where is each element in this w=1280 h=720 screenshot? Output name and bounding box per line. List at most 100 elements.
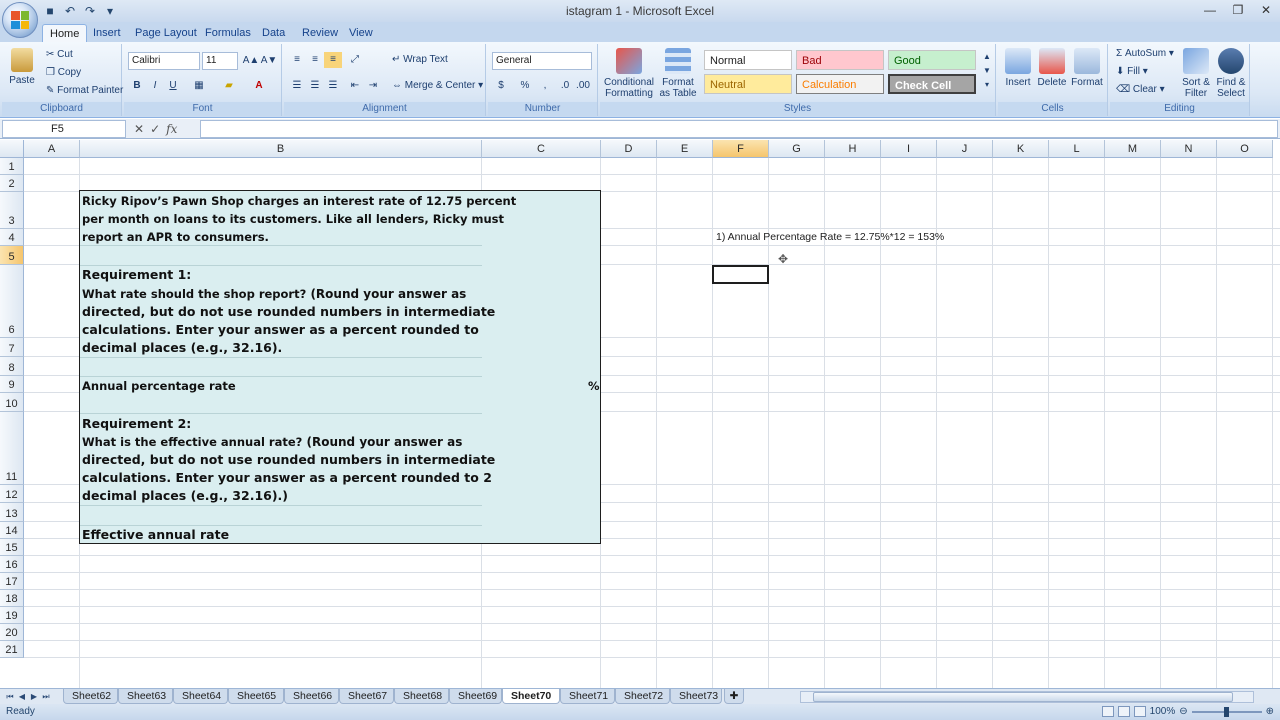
fill-button[interactable]: ⬇ Fill ▾ [1116, 66, 1148, 77]
column-header-n[interactable]: N [1161, 140, 1217, 158]
conditional-formatting-button[interactable]: Conditional Formatting [602, 48, 656, 99]
customize-qat-icon[interactable]: ▾ [102, 3, 118, 19]
sheet-tab-sheet64[interactable]: Sheet64 [173, 689, 228, 704]
align-right-icon[interactable]: ☰ [324, 78, 342, 94]
horizontal-scrollbar[interactable] [800, 691, 1254, 703]
font-color-icon[interactable]: A [250, 78, 268, 94]
sheet-tab-sheet70[interactable]: Sheet70 [502, 689, 560, 704]
decrease-indent-icon[interactable]: ⇤ [346, 78, 364, 94]
sheet-tab-sheet71[interactable]: Sheet71 [560, 689, 615, 704]
prev-sheet-icon[interactable]: ◀ [16, 690, 28, 703]
row-header-8[interactable]: 8 [0, 357, 24, 376]
decrease-decimal-icon[interactable]: .00 [574, 78, 592, 94]
find-select-button[interactable]: Find & Select [1214, 48, 1248, 99]
row-header-4[interactable]: 4 [0, 229, 24, 246]
row-header-13[interactable]: 13 [0, 503, 24, 522]
row-header-11[interactable]: 11 [0, 412, 24, 485]
sheet-tab-sheet73[interactable]: Sheet73 [670, 689, 722, 704]
align-center-icon[interactable]: ☰ [306, 78, 324, 94]
undo-icon[interactable]: ↶ [62, 3, 78, 19]
style-bad[interactable]: Bad [796, 50, 884, 70]
row-header-12[interactable]: 12 [0, 485, 24, 503]
first-sheet-icon[interactable]: ⏮ [4, 690, 16, 703]
column-header-c[interactable]: C [482, 140, 601, 158]
formula-input[interactable] [200, 120, 1278, 138]
italic-button[interactable]: I [146, 78, 164, 94]
redo-icon[interactable]: ↷ [82, 3, 98, 19]
close-icon[interactable]: ✕ [1252, 0, 1280, 20]
tab-view[interactable]: View [342, 24, 380, 42]
worksheet-grid[interactable]: Ricky Ripov’s Pawn Shop charges an inter… [0, 140, 1280, 688]
wrap-text-button[interactable]: ↵ Wrap Text [392, 54, 448, 65]
currency-button[interactable]: $ [492, 78, 510, 94]
sheet-tab-sheet66[interactable]: Sheet66 [284, 689, 339, 704]
normal-view-icon[interactable] [1101, 706, 1114, 717]
column-header-k[interactable]: K [993, 140, 1049, 158]
sheet-tab-sheet67[interactable]: Sheet67 [339, 689, 394, 704]
percent-button[interactable]: % [516, 78, 534, 94]
last-sheet-icon[interactable]: ⏭ [40, 690, 52, 703]
save-icon[interactable]: ■ [42, 3, 58, 19]
row-header-17[interactable]: 17 [0, 573, 24, 590]
name-box[interactable]: F5 [2, 120, 126, 138]
column-header-o[interactable]: O [1217, 140, 1273, 158]
row-header-3[interactable]: 3 [0, 192, 24, 229]
shrink-font-icon[interactable]: A▼ [260, 53, 278, 69]
column-header-d[interactable]: D [601, 140, 657, 158]
orientation-icon[interactable]: ⤢ [346, 52, 364, 68]
sheet-tab-sheet68[interactable]: Sheet68 [394, 689, 449, 704]
column-header-b[interactable]: B [80, 140, 482, 158]
minimize-icon[interactable]: — [1196, 0, 1224, 20]
tab-insert[interactable]: Insert [86, 24, 128, 42]
align-middle-icon[interactable]: ≡ [306, 52, 324, 68]
format-cells-button[interactable]: Format [1070, 48, 1104, 88]
clear-button[interactable]: ⌫ Clear ▾ [1116, 84, 1165, 95]
row-header-7[interactable]: 7 [0, 338, 24, 357]
page-layout-view-icon[interactable] [1117, 706, 1130, 717]
delete-cells-button[interactable]: Delete [1036, 48, 1068, 88]
sheet-tab-sheet63[interactable]: Sheet63 [118, 689, 173, 704]
insert-sheet-icon[interactable]: ✚ [724, 689, 744, 704]
tab-formulas[interactable]: Formulas [198, 24, 258, 42]
copy-button[interactable]: ❐ Copy [46, 67, 81, 78]
cut-button[interactable]: ✂ Cut [46, 49, 73, 60]
font-size-combo[interactable]: 11 [202, 52, 238, 70]
column-header-i[interactable]: I [881, 140, 937, 158]
zoom-out-icon[interactable]: ⊖ [1179, 706, 1187, 717]
align-left-icon[interactable]: ☰ [288, 78, 306, 94]
next-sheet-icon[interactable]: ▶ [28, 690, 40, 703]
zoom-level[interactable]: 100% [1150, 706, 1176, 717]
row-header-2[interactable]: 2 [0, 175, 24, 192]
row-header-16[interactable]: 16 [0, 556, 24, 573]
format-as-table-button[interactable]: Format as Table [656, 48, 700, 99]
autosum-button[interactable]: Σ AutoSum ▾ [1116, 48, 1174, 59]
zoom-slider[interactable] [1191, 706, 1262, 717]
font-name-combo[interactable]: Calibri [128, 52, 200, 70]
row-header-19[interactable]: 19 [0, 607, 24, 624]
paste-button[interactable]: Paste [6, 48, 38, 86]
insert-function-button[interactable]: fx [166, 122, 177, 136]
style-neutral[interactable]: Neutral [704, 74, 792, 94]
sheet-tab-sheet72[interactable]: Sheet72 [615, 689, 670, 704]
tab-page-layout[interactable]: Page Layout [128, 24, 204, 42]
sheet-tab-sheet65[interactable]: Sheet65 [228, 689, 284, 704]
column-header-a[interactable]: A [24, 140, 80, 158]
align-bottom-icon[interactable]: ≡ [324, 52, 342, 68]
style-check-cell[interactable]: Check Cell [888, 74, 976, 94]
office-button[interactable] [2, 2, 38, 38]
grow-font-icon[interactable]: A▲ [242, 53, 260, 69]
maximize-icon[interactable]: ❐ [1224, 0, 1252, 20]
row-header-15[interactable]: 15 [0, 539, 24, 556]
tab-review[interactable]: Review [295, 24, 345, 42]
underline-button[interactable]: U [164, 78, 182, 94]
align-top-icon[interactable]: ≡ [288, 52, 306, 68]
row-header-9[interactable]: 9 [0, 376, 24, 393]
row-header-1[interactable]: 1 [0, 158, 24, 175]
column-header-m[interactable]: M [1105, 140, 1161, 158]
format-painter-button[interactable]: ✎ Format Painter [46, 85, 123, 96]
column-header-f[interactable]: F [713, 140, 769, 158]
number-format-combo[interactable]: General [492, 52, 592, 70]
style-good[interactable]: Good [888, 50, 976, 70]
merge-center-button[interactable]: ⇔ Merge & Center ▾ [392, 80, 483, 91]
column-header-j[interactable]: J [937, 140, 993, 158]
